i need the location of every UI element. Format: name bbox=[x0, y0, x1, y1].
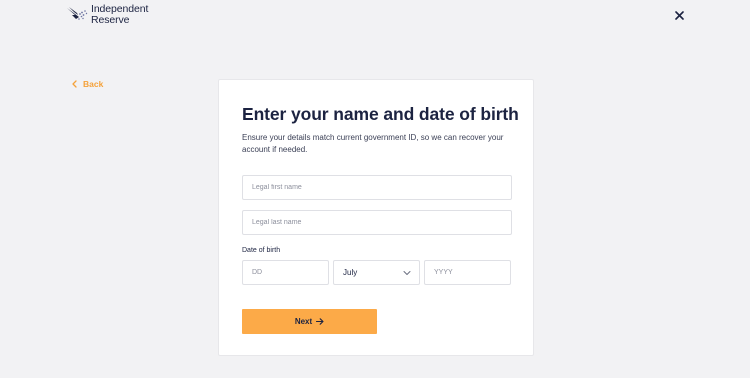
page-subtitle: Ensure your details match current govern… bbox=[242, 133, 504, 154]
logo-text: Independent Reserve bbox=[91, 4, 148, 26]
chevron-down-icon bbox=[403, 269, 411, 278]
back-label: Back bbox=[83, 79, 104, 89]
dob-year-input[interactable] bbox=[434, 269, 510, 276]
first-name-field[interactable] bbox=[242, 175, 512, 200]
next-button-label: Next bbox=[294, 317, 313, 326]
chevron-left-icon bbox=[72, 80, 77, 88]
next-button[interactable]: Next bbox=[242, 309, 377, 334]
back-link[interactable]: Back bbox=[72, 79, 103, 89]
header: Independent Reserve bbox=[0, 0, 750, 36]
dob-day-field[interactable] bbox=[242, 260, 329, 285]
dob-year-field[interactable] bbox=[424, 260, 511, 285]
dob-month-value: July bbox=[343, 268, 358, 277]
last-name-input[interactable] bbox=[252, 219, 511, 226]
dob-day-input[interactable] bbox=[252, 269, 328, 276]
form-card: Enter your name and date of birth Ensure… bbox=[218, 79, 534, 356]
logo-line-2: Reserve bbox=[91, 14, 130, 26]
dob-month-select[interactable]: July bbox=[333, 260, 420, 285]
eagle-logo-icon bbox=[66, 6, 88, 24]
dob-label: Date of birth bbox=[242, 247, 281, 254]
last-name-field[interactable] bbox=[242, 210, 512, 235]
brand-logo[interactable]: Independent Reserve bbox=[66, 4, 148, 26]
arrow-right-icon bbox=[316, 318, 324, 325]
close-icon bbox=[674, 10, 684, 20]
page-title: Enter your name and date of birth bbox=[242, 104, 519, 124]
first-name-input[interactable] bbox=[252, 184, 511, 191]
close-button[interactable] bbox=[672, 8, 686, 22]
